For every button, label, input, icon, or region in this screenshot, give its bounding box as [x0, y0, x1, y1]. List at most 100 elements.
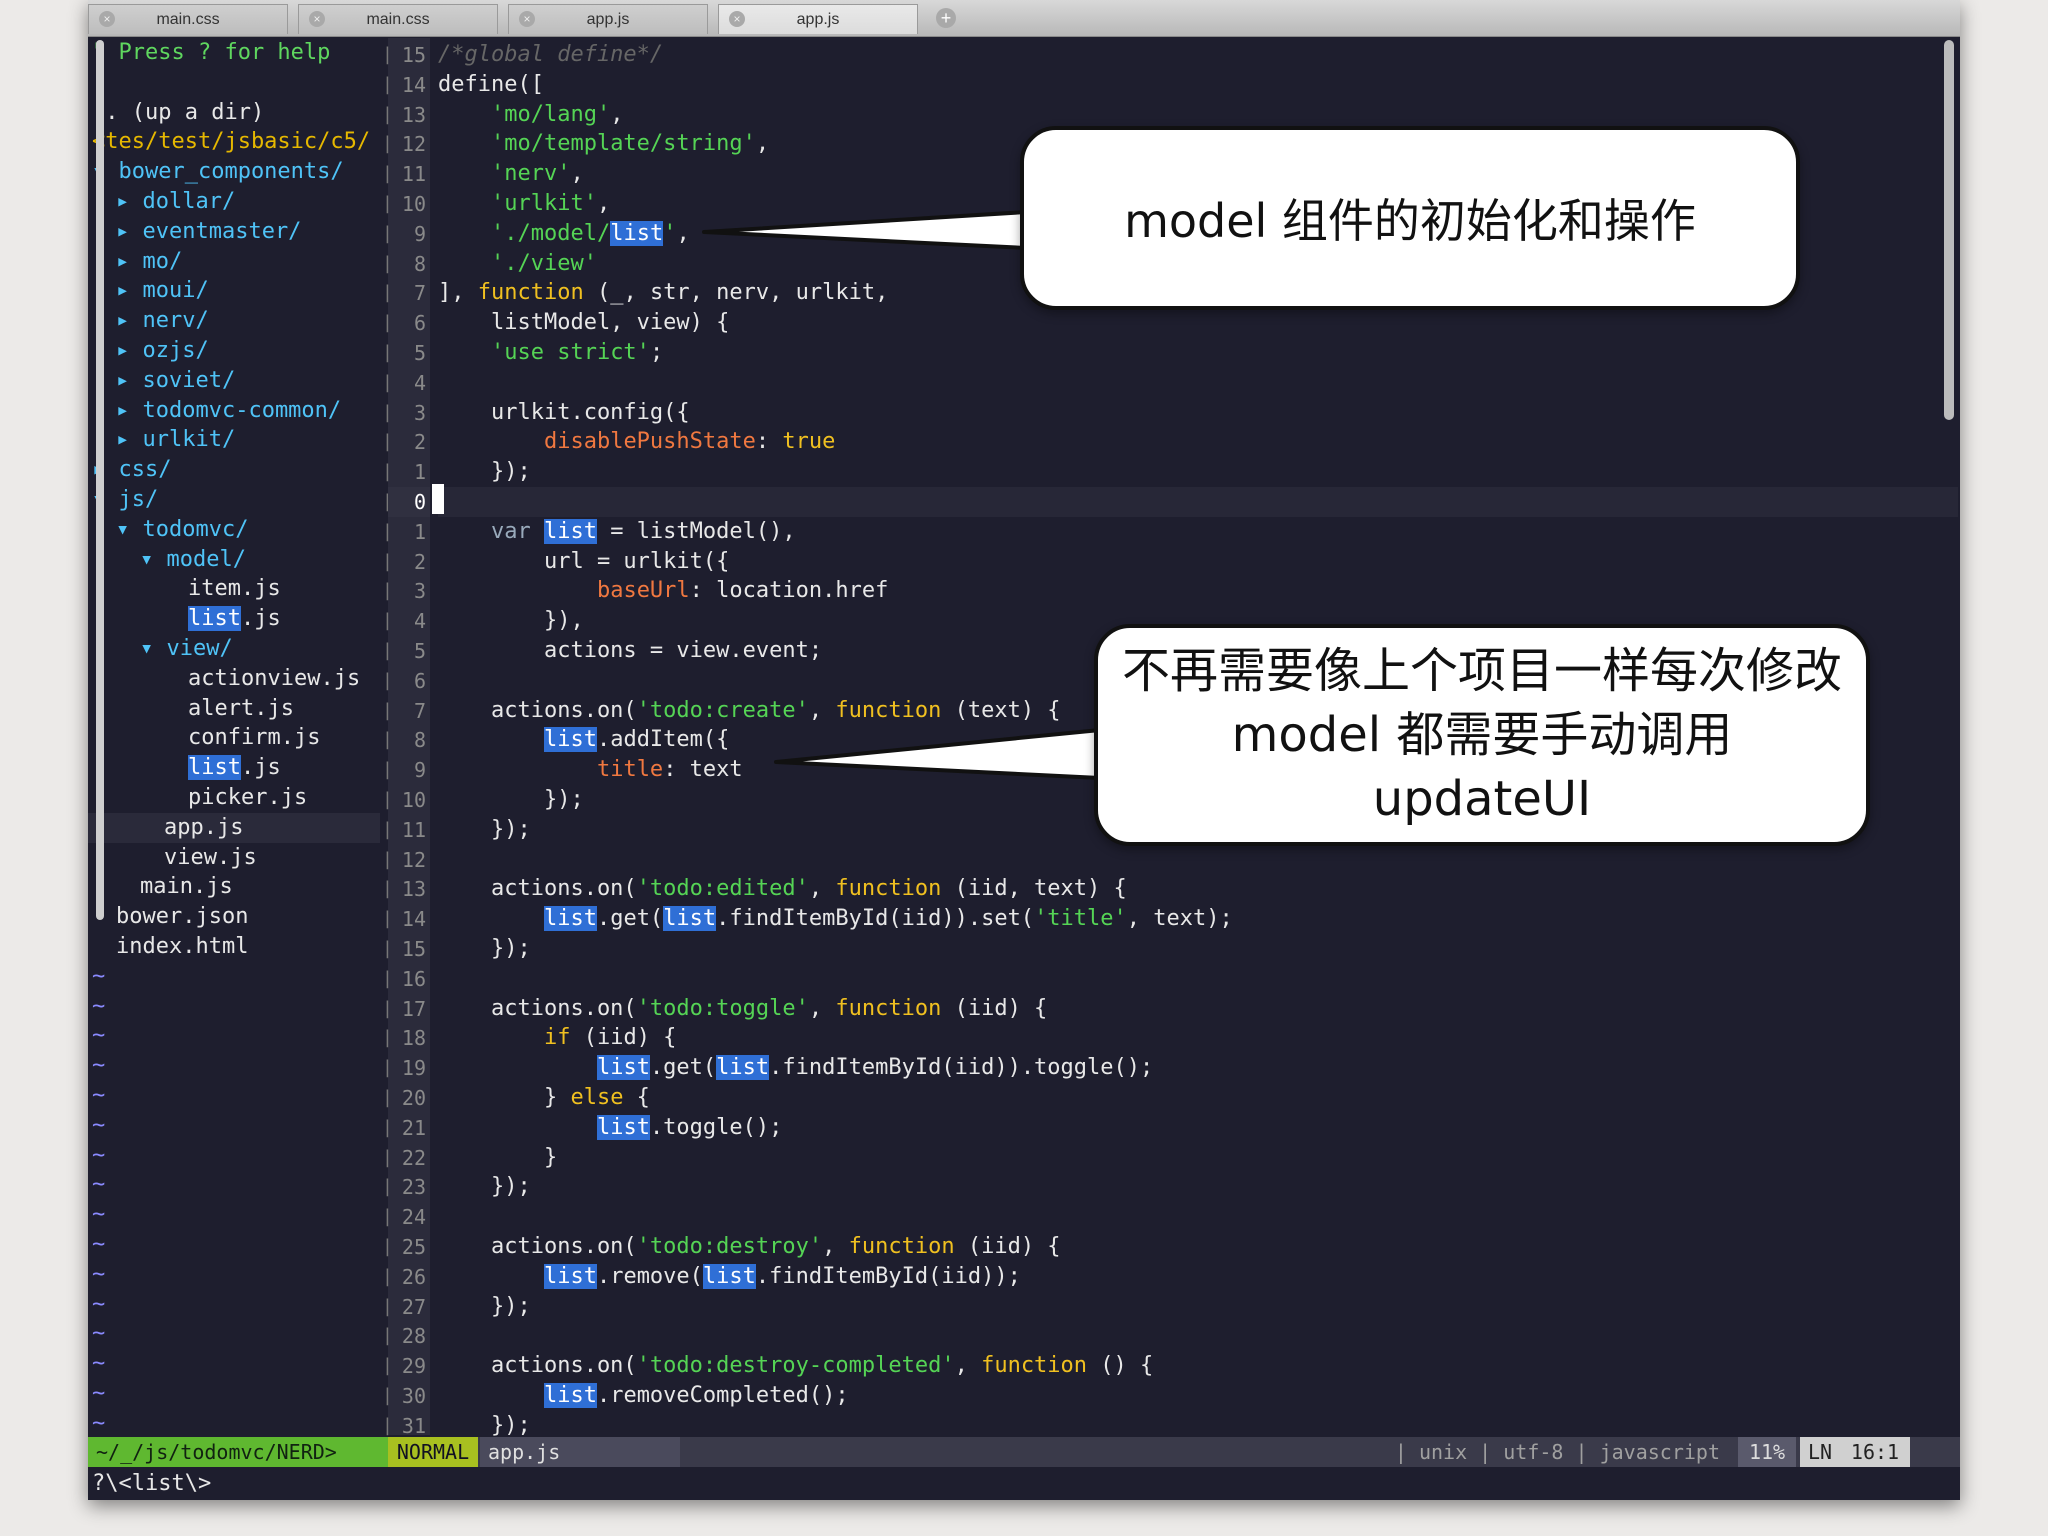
code-line[interactable]: title: text — [438, 755, 743, 785]
new-tab-icon[interactable]: + — [936, 8, 956, 28]
code-line[interactable]: actions.on('todo:toggle', function (iid)… — [438, 994, 1047, 1024]
code-line[interactable]: actions.on('todo:destroy', function (iid… — [438, 1232, 1061, 1262]
tree-empty-line-tilde[interactable]: ~ — [92, 1021, 105, 1051]
code-line[interactable]: } else { — [438, 1083, 650, 1113]
search-match: list — [702, 1263, 756, 1289]
tree-folder[interactable]: ▸ moui/ — [116, 276, 209, 306]
tree-folder[interactable]: ▸ dollar/ — [116, 187, 235, 217]
code-line[interactable]: if (iid) { — [438, 1023, 676, 1053]
code-line[interactable]: define([ — [438, 70, 544, 100]
code-line[interactable]: list.get(list.findItemById(iid)).set('ti… — [438, 904, 1233, 934]
tree-file[interactable]: alert.js — [188, 694, 294, 724]
tree-file[interactable]: view.js — [164, 843, 257, 873]
code-line[interactable]: actions.on('todo:create', function (text… — [438, 696, 1061, 726]
tree-empty-line-tilde[interactable]: ~ — [92, 1081, 105, 1111]
tab-main-css-2[interactable]: × main.css — [298, 4, 498, 34]
code-line[interactable]: url = urlkit({ — [438, 547, 729, 577]
tree-folder[interactable]: ▾ view/ — [140, 634, 233, 664]
tree-folder[interactable]: ▸ soviet/ — [116, 366, 235, 396]
code-line[interactable]: }); — [438, 815, 531, 845]
tab-app-js-2[interactable]: × app.js — [718, 4, 918, 34]
tab-main-css-1[interactable]: × main.css — [88, 4, 288, 34]
tree-root-path[interactable]: <tes/test/jsbasic/c5/ — [92, 127, 370, 157]
tree-folder[interactable]: ▸ todomvc-common/ — [116, 396, 341, 426]
code-line[interactable]: }); — [438, 1292, 531, 1322]
line-number: 15 — [401, 937, 426, 961]
code-line[interactable]: list.removeCompleted(); — [438, 1381, 849, 1411]
code-line[interactable]: list.addItem({ — [438, 725, 729, 755]
code-line[interactable]: ], function (_, str, nerv, urlkit, — [438, 278, 888, 308]
tree-empty-line-tilde[interactable]: ~ — [92, 1111, 105, 1141]
code-line[interactable]: }), — [438, 606, 584, 636]
tree-folder[interactable]: ▸ mo/ — [116, 247, 182, 277]
tree-empty-line-tilde[interactable]: ~ — [92, 1230, 105, 1260]
nerdtree-panel: " Press ? for help .. (up a dir) <tes/test… — [88, 38, 380, 1436]
code-line[interactable]: actions.on('todo:edited', function (iid,… — [438, 874, 1127, 904]
line-number: 29 — [401, 1354, 426, 1379]
code-line[interactable]: listModel, view) { — [438, 308, 729, 338]
line-number: 28 — [401, 1324, 426, 1349]
command-line[interactable]: ?\<list\> — [88, 1467, 1960, 1500]
code-line[interactable]: actions = view.event; — [438, 636, 822, 666]
code-line[interactable]: urlkit.config({ — [438, 398, 690, 428]
code-line[interactable]: 'nerv', — [438, 159, 584, 189]
code-line[interactable]: list.get(list.findItemById(iid)).toggle(… — [438, 1053, 1153, 1083]
tree-file[interactable]: list.js — [188, 604, 281, 634]
tree-file[interactable]: list.js — [188, 753, 281, 783]
tree-empty-line-tilde[interactable]: ~ — [92, 962, 105, 992]
code-line[interactable]: }); — [438, 785, 584, 815]
tree-file[interactable]: index.html — [116, 932, 248, 962]
tree-empty-line-tilde[interactable]: ~ — [92, 992, 105, 1022]
right-scrollbar[interactable] — [1944, 40, 1954, 420]
code-line[interactable]: var list = listModel(), — [438, 517, 796, 547]
code-line[interactable]: './view' — [438, 249, 597, 279]
tree-help-text[interactable]: " Press ? for help — [92, 38, 330, 68]
tree-folder[interactable]: ▾ bower_components/ — [92, 157, 344, 187]
tree-folder[interactable]: ▾ todomvc/ — [116, 515, 248, 545]
tree-empty-line-tilde[interactable]: ~ — [92, 1260, 105, 1290]
tree-empty-line-tilde[interactable]: ~ — [92, 1319, 105, 1349]
tree-empty-line-tilde[interactable]: ~ — [92, 1051, 105, 1081]
tree-empty-line-tilde[interactable]: ~ — [92, 1170, 105, 1200]
code-line[interactable]: list.toggle(); — [438, 1113, 782, 1143]
code-line[interactable]: /*global define*/ — [438, 40, 663, 70]
tree-file[interactable]: main.js — [140, 872, 233, 902]
code-line[interactable]: './model/list', — [438, 219, 690, 249]
code-line[interactable]: baseUrl: location.href — [438, 576, 888, 606]
code-line[interactable]: 'mo/lang', — [438, 100, 623, 130]
code-line[interactable]: }); — [438, 1172, 531, 1202]
tree-empty-line-tilde[interactable]: ~ — [92, 1200, 105, 1230]
code-line[interactable]: 'urlkit', — [438, 189, 610, 219]
code-line[interactable]: disablePushState: true — [438, 427, 835, 457]
tree-empty-line-tilde[interactable]: ~ — [92, 1379, 105, 1409]
code-line[interactable]: }); — [438, 457, 531, 487]
tree-folder[interactable]: ▾ model/ — [140, 545, 246, 575]
tree-folder[interactable]: ▸ ozjs/ — [116, 336, 209, 366]
tree-empty-line-tilde[interactable]: ~ — [92, 1141, 105, 1171]
tree-file[interactable]: item.js — [188, 574, 281, 604]
tree-folder[interactable]: ▸ nerv/ — [116, 306, 209, 336]
code-line[interactable]: 'use strict'; — [438, 338, 663, 368]
code-line[interactable]: actions.on('todo:destroy-completed', fun… — [438, 1351, 1153, 1381]
tree-empty-line-tilde[interactable]: ~ — [92, 1409, 105, 1439]
tree-folder[interactable]: ▸ eventmaster/ — [116, 217, 301, 247]
tree-empty-line-tilde[interactable]: ~ — [92, 1349, 105, 1379]
tree-file[interactable]: picker.js — [188, 783, 307, 813]
code-line[interactable]: 'mo/template/string', — [438, 129, 769, 159]
code-line[interactable]: }); — [438, 934, 531, 964]
code-token: else — [570, 1085, 624, 1110]
tree-file[interactable]: confirm.js — [188, 723, 320, 753]
left-scrollbar[interactable] — [96, 40, 104, 920]
line-number: 9 — [413, 758, 426, 783]
tab-app-js-1[interactable]: × app.js — [508, 4, 708, 34]
tree-up-dir[interactable]: .. (up a dir) — [92, 98, 264, 128]
code-line[interactable]: list.remove(list.findItemById(iid)); — [438, 1262, 1021, 1292]
tree-folder[interactable]: ▸ urlkit/ — [116, 425, 235, 455]
tree-file[interactable]: actionview.js — [188, 664, 360, 694]
tree-file[interactable]: bower.json — [116, 902, 248, 932]
tree-empty-line-tilde[interactable]: ~ — [92, 1290, 105, 1320]
code-line[interactable]: } — [438, 1143, 557, 1173]
tree-file[interactable]: app.js — [164, 813, 243, 843]
